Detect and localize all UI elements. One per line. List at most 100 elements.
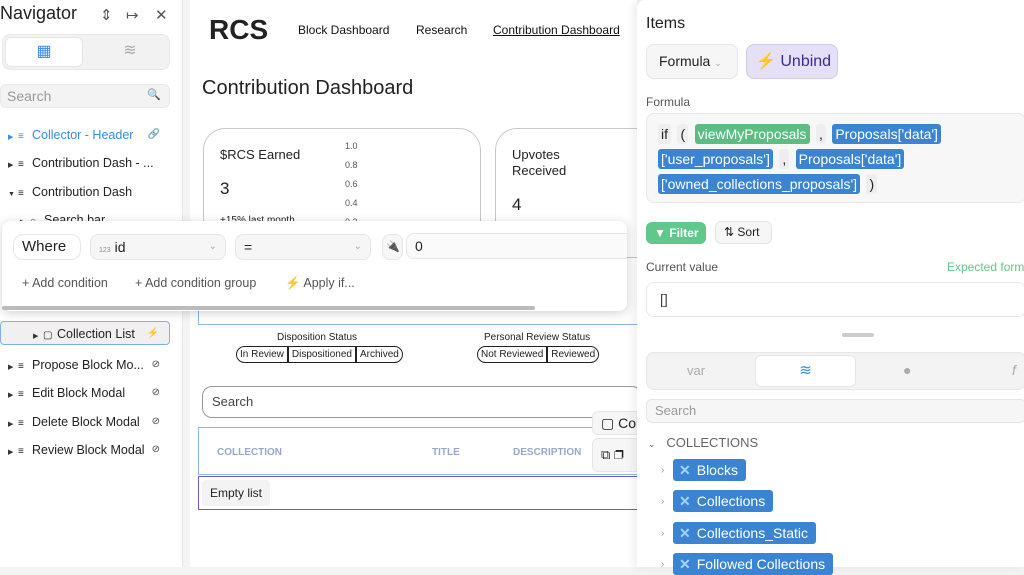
expected-format-link[interactable]: Expected form: [947, 260, 1024, 274]
add-condition-label: Add condition: [32, 276, 108, 290]
bind-plug-icon[interactable]: 🔌: [382, 234, 403, 260]
column-description[interactable]: DESCRIPTION: [513, 447, 581, 458]
chevron-right-icon[interactable]: ›: [661, 559, 664, 570]
components-tab-grid-icon[interactable]: ▦: [5, 37, 83, 67]
resize-handle[interactable]: [842, 333, 874, 337]
link-research[interactable]: Research: [416, 23, 467, 37]
collections-section-toggle[interactable]: ⌄ COLLECTIONS: [648, 435, 758, 450]
add-condition-group-button[interactable]: + Add condition group: [135, 276, 256, 290]
nav-item-propose-block-modal[interactable]: ▶ ≡ Propose Block Mo... ⊘: [0, 353, 170, 377]
operator-value: =: [244, 239, 253, 255]
list-icon: ≡: [18, 446, 24, 457]
nav-item-collector-header[interactable]: ▶ ≡ Collector - Header 🔗: [0, 123, 170, 147]
option-not-reviewed[interactable]: Not Reviewed: [478, 347, 546, 362]
option-dispositioned[interactable]: Dispositioned: [286, 347, 355, 362]
navigator-view-toggle: ▦ ≋: [2, 34, 170, 70]
tab-database-icon[interactable]: ≋: [755, 355, 856, 387]
formula-token[interactable]: (: [677, 124, 689, 144]
nav-item-edit-block-modal[interactable]: ▶ ≡ Edit Block Modal ⊘: [0, 381, 170, 405]
link-contribution-dashboard[interactable]: Contribution Dashboard: [493, 23, 620, 37]
apply-if-button[interactable]: ⚡ Apply if...: [285, 276, 355, 291]
add-column-icon[interactable]: ⧉: [601, 447, 610, 462]
field-value: id: [114, 239, 126, 255]
formula-token[interactable]: ['owned_collections_proposals']: [658, 174, 861, 194]
disposition-status-label: Disposition Status: [277, 332, 358, 343]
current-value-field: []: [646, 282, 1024, 317]
page-title: Contribution Dashboard: [202, 77, 414, 99]
list-icon: ≡: [18, 159, 24, 170]
navigator-search-input[interactable]: Search 🔍: [0, 84, 170, 108]
eye-off-icon[interactable]: ⊘: [152, 410, 160, 434]
nav-item-label: Review Block Modal: [32, 443, 145, 457]
y-tick: 1.0: [345, 141, 358, 151]
close-icon[interactable]: ✕: [155, 6, 168, 24]
option-in-review[interactable]: In Review: [237, 347, 287, 362]
formula-token[interactable]: viewMyProposals: [694, 124, 810, 144]
option-reviewed[interactable]: Reviewed: [546, 347, 598, 362]
nav-item-contribution-dash[interactable]: ▼ ≡ Contribution Dash: [0, 180, 170, 204]
collection-list[interactable]: Empty list: [198, 476, 638, 510]
link-block-dashboard[interactable]: Block Dashboard: [298, 23, 389, 37]
card-title: $RCS Earned: [220, 147, 301, 162]
list-icon: ≡: [18, 188, 24, 199]
nav-item-label: Collector - Header: [32, 128, 134, 142]
nav-item-contribution-dash-sub[interactable]: ▶ ≡ Contribution Dash - ...: [0, 151, 170, 175]
sort-button[interactable]: ⇅ Sort: [715, 221, 772, 244]
tab-user-icon[interactable]: ●: [903, 362, 911, 378]
list-icon: ≡: [18, 418, 24, 429]
number-type-icon: 123: [99, 247, 111, 254]
unbind-label: Unbind: [780, 53, 832, 70]
collection-blocks[interactable]: ✕ Blocks: [673, 459, 746, 481]
nav-item-review-block-modal[interactable]: ▶ ≡ Review Block Modal ⊘: [0, 438, 170, 462]
formula-token[interactable]: ): [866, 174, 878, 194]
collection-collections[interactable]: ✕ Collections: [673, 490, 774, 512]
chevron-right-icon[interactable]: ›: [661, 496, 664, 507]
properties-panel: Items Formula ⌄ ⚡ Unbind Formula if ( vi…: [637, 0, 1024, 575]
list-icon: ≡: [18, 361, 24, 372]
tab-variables[interactable]: var: [687, 363, 705, 378]
formula-token[interactable]: ,: [815, 124, 826, 144]
formula-token[interactable]: ,: [779, 149, 790, 169]
collection-followed-collections[interactable]: ✕ Followed Collections: [673, 553, 834, 575]
horizontal-scrollbar[interactable]: [2, 306, 535, 310]
data-search-input[interactable]: Search: [646, 399, 1024, 423]
formula-token[interactable]: ['user_proposals']: [658, 149, 773, 169]
formula-token[interactable]: if: [658, 124, 671, 144]
collection-icon: ✕: [679, 525, 691, 541]
column-title[interactable]: TITLE: [432, 447, 460, 458]
option-archived[interactable]: Archived: [354, 347, 402, 362]
operator-select[interactable]: = ⌄: [235, 234, 371, 260]
eye-off-icon[interactable]: ⊘: [152, 381, 160, 405]
sort-label: Sort: [737, 225, 760, 239]
column-collection[interactable]: COLLECTION: [217, 447, 282, 458]
nav-item-delete-block-modal[interactable]: ▶ ≡ Delete Block Modal ⊘: [0, 410, 170, 434]
formula-token[interactable]: Proposals['data']: [795, 149, 905, 169]
filter-popover: Where 123 id ⌄ = ⌄ 🔌 0 + Add condition + A…: [2, 221, 627, 311]
filter-value-input[interactable]: 0: [406, 233, 627, 259]
component-badge[interactable]: ▢ Col: [592, 411, 642, 435]
expand-collapse-icon[interactable]: ⇕: [100, 6, 113, 24]
filter-button[interactable]: ▼ Filter: [646, 222, 706, 244]
eye-off-icon[interactable]: ⊘: [152, 353, 160, 377]
chevron-right-icon[interactable]: ›: [661, 465, 664, 476]
dock-icon[interactable]: ↦: [126, 6, 139, 24]
tab-function-icon[interactable]: f: [1012, 362, 1016, 378]
mode-select[interactable]: Formula ⌄: [646, 44, 738, 79]
card-title: Upvotes Received: [512, 147, 567, 178]
apply-if-label: Apply if...: [303, 276, 355, 290]
list-search-input[interactable]: Search: [202, 386, 642, 418]
plug-icon: ⚡: [285, 276, 301, 290]
formula-editor[interactable]: if ( viewMyProposals , Proposals['data']…: [646, 113, 1024, 203]
chevron-right-icon[interactable]: ›: [661, 528, 664, 539]
field-select[interactable]: 123 id ⌄: [90, 234, 226, 260]
unbind-button[interactable]: ⚡ Unbind: [746, 44, 838, 79]
nav-item-collection-list[interactable]: ▶ ▢ Collection List ⚡: [0, 321, 170, 345]
eye-off-icon[interactable]: ⊘: [152, 438, 160, 462]
navigator-title: Navigator: [0, 3, 78, 23]
formula-token[interactable]: Proposals['data']: [832, 124, 941, 144]
collection-collections-static[interactable]: ✕ Collections_Static: [673, 522, 817, 544]
duplicate-icon[interactable]: ❐: [614, 447, 624, 462]
nav-item-label: Contribution Dash: [32, 185, 133, 199]
data-tab-database-icon[interactable]: ≋: [93, 37, 167, 67]
add-condition-button[interactable]: + Add condition: [22, 276, 108, 290]
